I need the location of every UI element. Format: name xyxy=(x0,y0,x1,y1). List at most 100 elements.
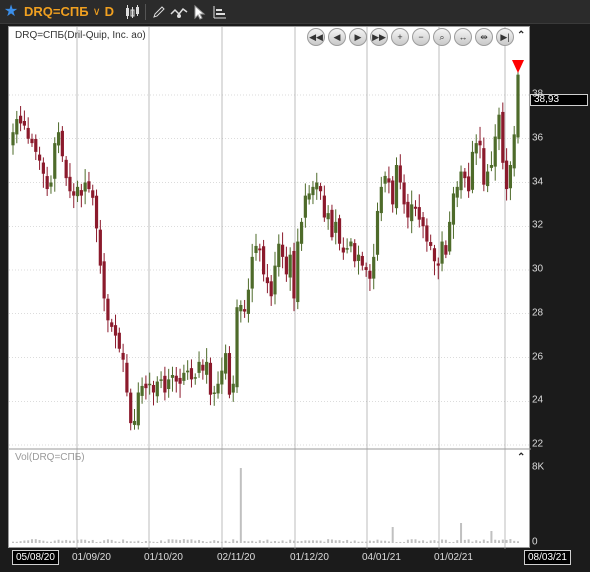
candle-body xyxy=(497,114,501,140)
candle-body xyxy=(254,245,258,253)
candle-body xyxy=(337,218,342,244)
volume-bar xyxy=(346,539,349,543)
candle-body xyxy=(383,175,387,184)
volume-bar xyxy=(163,541,166,543)
candle-body xyxy=(87,181,91,190)
end-date-box: 08/03/21 xyxy=(524,550,571,565)
cursor-icon[interactable] xyxy=(189,2,209,22)
zoom-fit-icon[interactable]: ⌕ xyxy=(433,28,451,46)
volume-bar xyxy=(23,540,26,543)
candle-body xyxy=(68,176,72,192)
volume-bar xyxy=(349,541,352,543)
candle-body xyxy=(303,195,307,218)
collapse-price-icon[interactable]: ⌃ xyxy=(517,30,525,41)
candle-body xyxy=(326,213,330,220)
candle-body xyxy=(402,182,406,205)
fast-forward-icon[interactable]: ▶▶ xyxy=(370,28,388,46)
volume-bar xyxy=(72,540,75,543)
volume-bar xyxy=(471,541,474,543)
volume-bar xyxy=(448,541,451,543)
candle-body xyxy=(379,186,383,214)
volume-bar xyxy=(182,539,185,543)
price-tick-label: 38 xyxy=(532,88,544,100)
zoom-in-icon[interactable]: + xyxy=(391,28,409,46)
candle-body xyxy=(421,217,425,227)
price-chart[interactable] xyxy=(9,27,531,549)
start-date-box: 05/08/20 xyxy=(12,550,59,565)
volume-bar xyxy=(38,539,41,543)
candle-body xyxy=(425,225,429,242)
volume-bar xyxy=(475,540,478,543)
candle-body xyxy=(117,332,121,349)
interval-label[interactable]: D xyxy=(105,4,122,19)
volume-bar xyxy=(334,540,337,543)
end-icon[interactable]: ▶| xyxy=(496,28,514,46)
zoom-out-icon[interactable]: − xyxy=(412,28,430,46)
volume-bar xyxy=(384,540,387,543)
volume-bar xyxy=(239,468,242,543)
chart-panel[interactable]: DRQ=СПБ(Dril-Quip, Inc. ao) ◀◀ ◀ ▶ ▶▶ + … xyxy=(8,26,531,549)
candle-body xyxy=(284,256,288,275)
volume-bar xyxy=(467,539,470,543)
date-axis: 05/08/20 08/03/21 01/09/20 01/10/20 02/11/… xyxy=(0,548,590,572)
compare-icon[interactable] xyxy=(169,2,189,22)
candle-body xyxy=(72,191,76,196)
candle-body xyxy=(246,289,251,314)
rewind-icon[interactable]: ◀◀ xyxy=(307,28,325,46)
volume-bar xyxy=(133,541,136,543)
volume-bar xyxy=(490,531,493,543)
candle-body xyxy=(197,361,201,373)
candle-body xyxy=(273,265,277,295)
candle-body xyxy=(489,165,494,168)
candle-body xyxy=(26,127,30,139)
volume-bar xyxy=(27,540,30,543)
collapse-volume-icon[interactable]: ⌃ xyxy=(517,452,525,463)
pencil-icon[interactable] xyxy=(149,2,169,22)
ric-label[interactable]: DRQ=СПБ xyxy=(22,4,89,19)
volume-bar xyxy=(19,541,22,543)
volume-bar xyxy=(342,541,345,543)
compress-icon[interactable]: ⇹ xyxy=(475,28,493,46)
chart-title: DRQ=СПБ(Dril-Quip, Inc. ao) xyxy=(15,30,146,41)
candle-body xyxy=(224,353,228,374)
volume-bar xyxy=(122,539,125,543)
expand-icon[interactable]: ↔ xyxy=(454,28,472,46)
candle-body xyxy=(83,182,87,192)
volume-bar xyxy=(15,541,18,543)
volume-bar xyxy=(99,541,102,543)
volume-bar xyxy=(87,541,90,543)
volume-bar xyxy=(232,539,235,543)
date-tick-label: 04/01/21 xyxy=(362,552,401,563)
volume-bar xyxy=(76,539,79,543)
volume-bar xyxy=(357,541,360,543)
candle-body xyxy=(413,206,418,209)
candle-body xyxy=(448,221,452,252)
candle-body xyxy=(239,305,243,312)
volume-bar xyxy=(323,541,326,543)
volume-bar xyxy=(365,541,368,543)
volume-bar xyxy=(209,541,212,543)
volume-bar xyxy=(319,540,322,543)
star-icon[interactable]: ★ xyxy=(0,0,22,24)
candle-body xyxy=(220,370,224,385)
candle-body xyxy=(501,111,505,163)
chevron-down-icon[interactable]: ∨ xyxy=(89,5,105,18)
candlestick-icon[interactable] xyxy=(122,2,142,22)
volume-bar xyxy=(95,541,98,543)
volume-bar xyxy=(327,539,330,543)
candle-body xyxy=(98,229,102,266)
volume-title: Vol(DRQ=СПБ) xyxy=(15,452,85,463)
candle-body xyxy=(140,385,144,396)
last-price-marker xyxy=(512,60,524,73)
volume-bar xyxy=(57,539,60,543)
play-icon[interactable]: ▶ xyxy=(349,28,367,46)
studies-icon[interactable] xyxy=(209,2,229,22)
price-tick-label: 22 xyxy=(532,438,544,450)
candle-body xyxy=(512,134,516,169)
volume-bar xyxy=(482,539,485,543)
candle-body xyxy=(231,383,235,393)
candle-body xyxy=(277,243,281,268)
volume-bar xyxy=(91,539,94,543)
step-back-icon[interactable]: ◀ xyxy=(328,28,346,46)
volume-bar xyxy=(84,539,87,543)
